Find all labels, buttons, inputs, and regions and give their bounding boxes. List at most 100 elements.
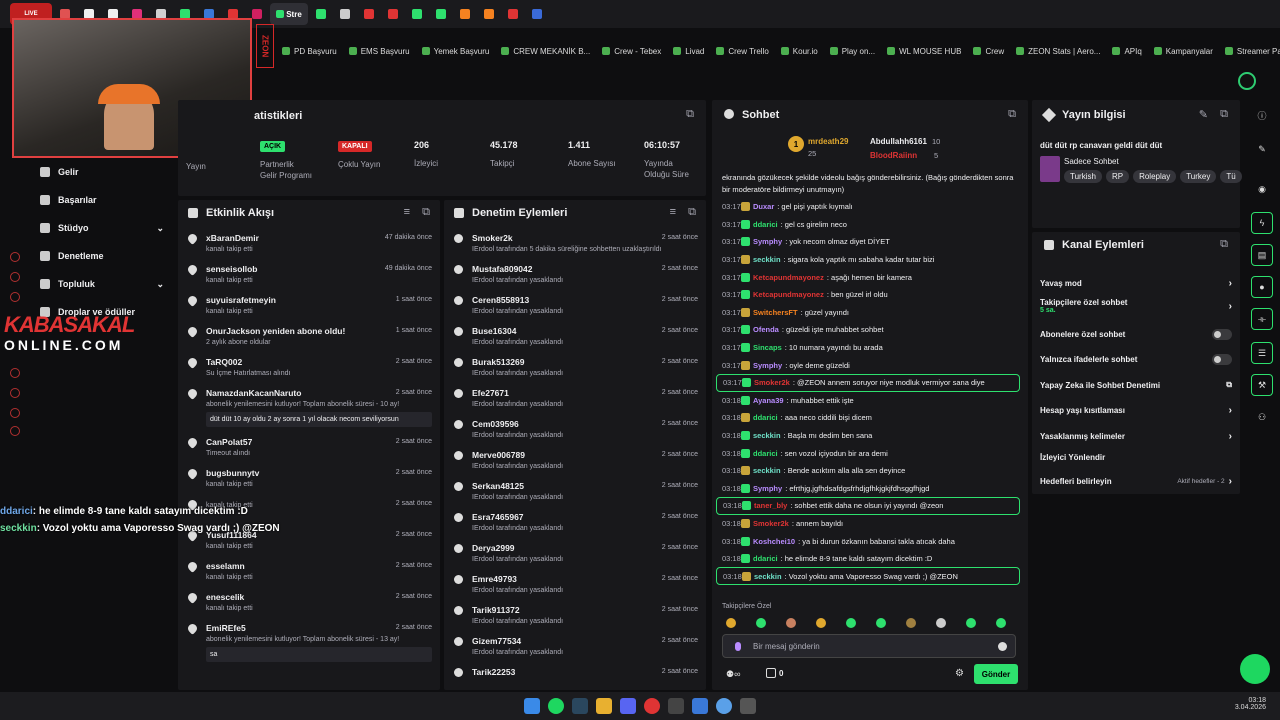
chevron-right-icon[interactable]: ›: [1229, 301, 1232, 312]
feed-row[interactable]: EmiREfe5 abonelik yenilemesini kutluyor! …: [178, 620, 440, 669]
bookmark-item[interactable]: Kour.io: [780, 47, 818, 56]
browser-tab[interactable]: [334, 3, 356, 25]
steam-icon[interactable]: [572, 698, 588, 714]
bookmark-item[interactable]: Yemek Başvuru: [421, 47, 489, 56]
chat-message[interactable]: 03:17 Smoker2k: @ZEON annem soruyor niye …: [716, 373, 1020, 392]
top-gifter-1[interactable]: mrdeath29: [808, 137, 848, 146]
popout-icon[interactable]: ⧉: [1220, 238, 1228, 251]
chevron-right-icon[interactable]: ›: [1229, 431, 1232, 442]
emote-bar[interactable]: [726, 618, 1026, 630]
stat-badge[interactable]: KAPALI: [338, 141, 372, 152]
feed-row[interactable]: suyuisrafetmeyin kanalı takip etti 1 saat …: [178, 292, 440, 323]
chat-username[interactable]: taner_bly: [754, 501, 787, 510]
edit-pencil-icon[interactable]: ✎: [1199, 108, 1208, 121]
rail-icon[interactable]: [10, 388, 20, 398]
chevron-down-icon[interactable]: ⌄: [156, 279, 164, 290]
chat-username[interactable]: Symphy: [753, 484, 782, 493]
toggle-switch[interactable]: [1212, 329, 1232, 340]
camera-icon[interactable]: ◉: [1251, 178, 1273, 200]
pencil-icon[interactable]: ✎: [1251, 138, 1273, 160]
opera-icon[interactable]: [644, 698, 660, 714]
chat-username[interactable]: ddarici: [753, 413, 778, 422]
rail-icon[interactable]: [10, 426, 20, 436]
rail-icon[interactable]: [10, 252, 20, 262]
help-chat-button[interactable]: [1240, 654, 1270, 684]
bookmark-item[interactable]: ZEON Stats | Aero...: [1016, 47, 1100, 56]
chat-username[interactable]: Sincaps: [753, 343, 782, 352]
chat-username[interactable]: seckkin: [754, 572, 782, 581]
chat-message[interactable]: 03:17 Symphy: yok necom olmaz diyet DİYET: [716, 233, 1020, 251]
chat-username[interactable]: ddarici: [753, 554, 778, 563]
bookmark-item[interactable]: Crew - Tebex: [602, 47, 661, 56]
browser-tab[interactable]: [310, 3, 332, 25]
notes-icon[interactable]: ▤: [1251, 244, 1273, 266]
popout-icon[interactable]: ⧉: [422, 206, 430, 219]
browser-tab[interactable]: [406, 3, 428, 25]
send-button[interactable]: Gönder: [974, 664, 1018, 684]
windows-start-icon[interactable]: [524, 698, 540, 714]
feed-row[interactable]: OnurJackson yeniden abone oldu! 2 aylık a…: [178, 323, 440, 354]
feed-row[interactable]: Emre49793 IErdool tarafından yasaklandı 2 …: [444, 571, 706, 602]
chat-message[interactable]: 03:17 Ketcapundmayonez: aşağı hemen bir k…: [716, 268, 1020, 286]
chat-message[interactable]: 03:18 ddarici: aaa neco ciddili bişi dice…: [716, 409, 1020, 427]
chat-message[interactable]: 03:18 Smoker2k: annem bayıldı: [716, 515, 1020, 533]
bookmark-item[interactable]: Crew Trello: [716, 47, 769, 56]
feed-row[interactable]: Cem039596 IErdool tarafından yasaklandı 2 …: [444, 416, 706, 447]
channel-action-row[interactable]: Abonelere özel sohbet: [1040, 329, 1232, 340]
bookmark-item[interactable]: Livad: [673, 47, 704, 56]
popout-icon[interactable]: ⧉: [1220, 108, 1228, 121]
profile-avatar-icon[interactable]: [1238, 72, 1256, 90]
browser-tab[interactable]: [478, 3, 500, 25]
chevron-down-icon[interactable]: ⌄: [156, 223, 164, 234]
chat-message[interactable]: 03:18 Symphy: efrthjg,jgfhdsafdgsfrhdjgfh…: [716, 480, 1020, 498]
chat-message[interactable]: 03:17 ddarici: gel cs girelim neco: [716, 216, 1020, 234]
feed-row[interactable]: Burak513269 IErdool tarafından yasaklandı…: [444, 354, 706, 385]
media-icon[interactable]: [740, 698, 756, 714]
edge-icon[interactable]: [716, 698, 732, 714]
feed-row[interactable]: Serkan48125 IErdool tarafından yasaklandı…: [444, 478, 706, 509]
chat-message[interactable]: 03:18 Ayana39: muhabbet ettik işte: [716, 392, 1020, 410]
feed-row[interactable]: bugsbunnytv kanalı takip etti 2 saat önce: [178, 465, 440, 496]
browser-tab[interactable]: [526, 3, 548, 25]
channel-action-row[interactable]: Yavaş mod ›: [1040, 278, 1232, 289]
channel-action-row[interactable]: Hedefleri belirleyin Aktif hedefler - 2 ›: [1040, 476, 1232, 487]
chevron-right-icon[interactable]: ›: [1229, 476, 1232, 487]
top-gifter-2[interactable]: Abdullahh6161: [870, 137, 927, 146]
top-gifter-3[interactable]: BloodRaiinn: [870, 151, 917, 160]
app-icon[interactable]: [692, 698, 708, 714]
bolt-icon[interactable]: ϟ: [1251, 212, 1273, 234]
bookmark-item[interactable]: Kampanyalar: [1153, 47, 1213, 56]
chat-username[interactable]: Ketcapundmayonez: [753, 273, 824, 282]
chevron-right-icon[interactable]: ›: [1229, 405, 1232, 416]
feed-row[interactable]: xBaranDemir kanalı takip etti 47 dakika ön…: [178, 230, 440, 261]
channel-action-row[interactable]: Yalnızca ifadelerle sohbet: [1040, 354, 1232, 365]
chat-message[interactable]: 03:17 Ofenda: güzeldi işte muhabbet sohbe…: [716, 321, 1020, 339]
chat-username[interactable]: Smoker2k: [754, 378, 790, 387]
rail-icon[interactable]: [10, 408, 20, 418]
gift-icon[interactable]: [766, 668, 776, 678]
channel-action-row[interactable]: İzleyici Yönlendir: [1040, 453, 1232, 462]
chat-username[interactable]: ddarici: [753, 220, 778, 229]
feed-row[interactable]: Efe27671 IErdool tarafından yasaklandı 2 s…: [444, 385, 706, 416]
people-icon[interactable]: ⚇: [1251, 406, 1273, 428]
stat-badge[interactable]: AÇIK: [260, 141, 286, 152]
stream-tag[interactable]: Roleplay: [1133, 170, 1177, 183]
split-icon[interactable]: ⟛: [1251, 308, 1273, 330]
feed-row[interactable]: CanPolat57 Timeout alındı 2 saat önce: [178, 434, 440, 465]
rail-icon[interactable]: [10, 368, 20, 378]
rail-icon[interactable]: [10, 272, 20, 282]
nav-item[interactable]: Topluluk ⌄: [30, 270, 172, 298]
bookmark-item[interactable]: WL MOUSE HUB: [887, 47, 961, 56]
list-icon[interactable]: ☰: [1251, 342, 1273, 364]
chat-message[interactable]: 03:18 seckkin: Başla mı dedim ben sana: [716, 427, 1020, 445]
chat-message[interactable]: 03:17 Sincaps: 10 numara yayındı bu arada: [716, 339, 1020, 357]
popout-icon[interactable]: ⧉: [688, 206, 696, 219]
emoji-icon[interactable]: [998, 642, 1007, 651]
spotify-icon[interactable]: [548, 698, 564, 714]
popout-icon[interactable]: ⧉: [686, 108, 694, 121]
feed-row[interactable]: Smoker2k IErdool tarafından 5 dakika süre…: [444, 230, 706, 261]
feed-row[interactable]: Ceren8558913 IErdool tarafından yasakland…: [444, 292, 706, 323]
popout-icon[interactable]: ⧉: [1008, 108, 1016, 121]
category-thumbnail[interactable]: [1040, 156, 1060, 182]
feed-row[interactable]: Tarik911372 IErdool tarafından yasaklandı…: [444, 602, 706, 633]
